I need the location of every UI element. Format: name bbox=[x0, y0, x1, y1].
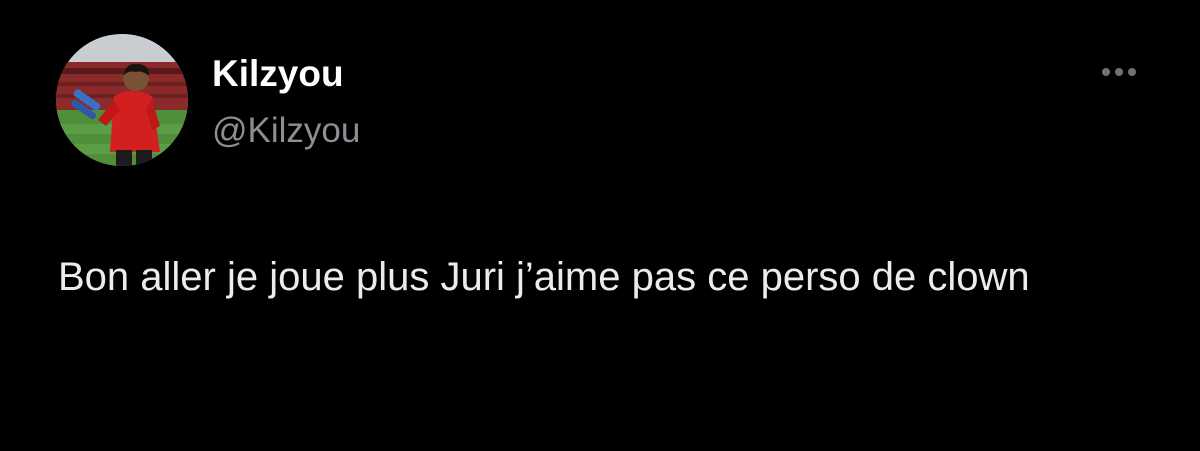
profile-photo bbox=[56, 34, 188, 166]
tweet-text: Bon aller je joue plus Juri j’aime pas c… bbox=[58, 255, 1030, 299]
more-options-button[interactable] bbox=[1094, 58, 1144, 86]
ellipsis-icon bbox=[1115, 68, 1123, 76]
ellipsis-icon bbox=[1128, 68, 1136, 76]
avatar[interactable] bbox=[56, 34, 188, 166]
user-handle[interactable]: @Kilzyou bbox=[212, 110, 360, 152]
tweet-card: Kilzyou @Kilzyou Bon aller je joue plus … bbox=[0, 0, 1200, 451]
display-name[interactable]: Kilzyou bbox=[212, 52, 344, 96]
ellipsis-icon bbox=[1102, 68, 1110, 76]
